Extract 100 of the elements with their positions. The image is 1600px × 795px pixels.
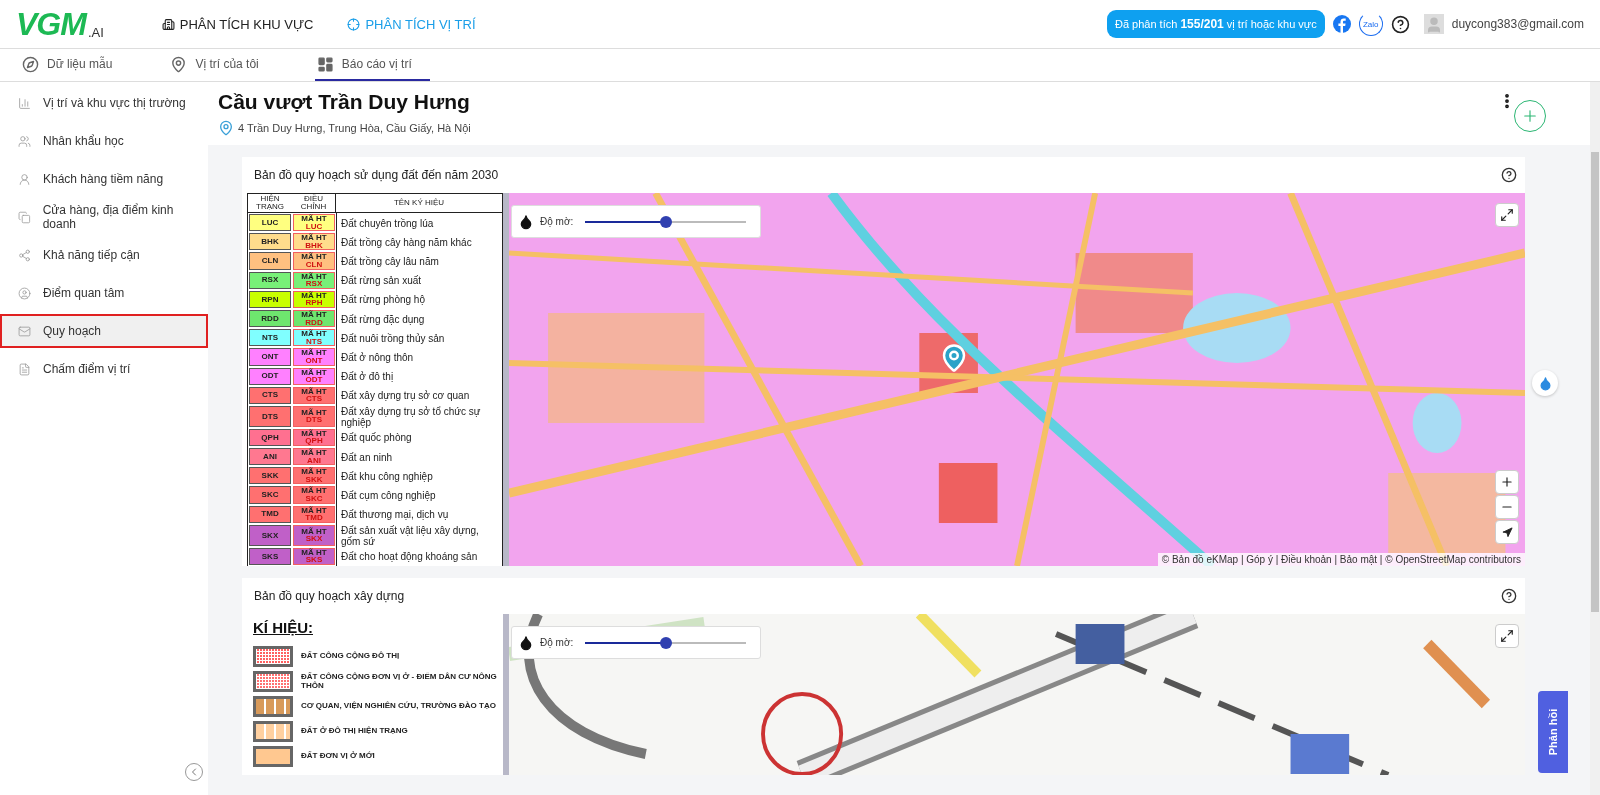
legend-swatch: NTS [249,329,291,347]
sidebar-item[interactable]: Khả năng tiếp cận [0,238,208,272]
legend-code-label: MÃ HT [301,408,327,417]
legend-header: ĐIỀU CHỈNH [292,194,336,213]
legend-code: SKS [305,556,323,564]
legend-swatch: ODT [249,367,291,385]
nav-link[interactable]: PHÂN TÍCH KHU VỰC [161,16,314,32]
legend-swatch: CTS [249,386,291,404]
plus-icon [1521,107,1539,125]
legend-code: QPH [305,437,323,446]
card-title: Bản đồ quy hoạch xây dựng [254,589,405,603]
compass-button[interactable] [1495,520,1519,544]
legend-label: Đất sản xuất vật liệu xây dựng, gốm sứ [336,523,502,547]
droplet-icon [1537,375,1553,391]
location-icon [218,120,234,136]
compass-icon [22,55,39,73]
slider-thumb[interactable] [659,636,672,649]
opacity-label: Độ mờ: [540,637,574,648]
map-pin-icon [170,55,188,73]
sidebar-item[interactable]: Chấm điểm vị trí [0,352,208,386]
legend-code-label: MÃ HT [301,487,327,496]
legend-swatch: RPN [249,290,291,308]
fullscreen-button[interactable] [1495,624,1519,648]
legend-label: Đất ở đô thị [336,366,502,386]
tab[interactable]: Vị trí của tôi [168,49,277,81]
legend-label: Đất xây dựng trụ sở cơ quan [336,385,502,405]
legend-label: Đất cho hoạt động khoáng sản [336,546,502,566]
help-icon[interactable] [1501,588,1517,604]
legend-swatch: ONT [249,348,291,366]
bar-chart-icon [18,96,31,110]
legend-heading: KÍ HIỆU: [253,619,314,636]
legend-swatch: RDD [249,309,291,328]
legend-code-label: MÃ HT [301,272,327,281]
droplet-icon [518,634,534,651]
crosshair-icon [347,17,361,31]
place-title: Cầu vượt Trần Duy Hưng [218,90,470,114]
sidebar-item[interactable]: Nhân khẩu học [0,124,208,158]
legend-label: ĐẤT Ở ĐÔ THỊ HIỆN TRẠNG [301,727,408,736]
help-icon[interactable] [1501,167,1517,183]
legend-code-label: MÃ HT [301,349,327,357]
legend-code-label: MÃ HT [301,449,327,457]
user-email[interactable]: duycong383@gmail.com [1451,17,1584,31]
people-icon [18,134,31,148]
collapse-button[interactable] [185,763,203,781]
logo[interactable]: VGM.AI [16,5,104,43]
legend-label: Đất quốc phòng [336,427,502,448]
slider-thumb[interactable] [659,215,672,228]
tab[interactable]: Dữ liệu mẫu [20,49,131,81]
sidebar-item[interactable]: Cửa hàng, địa điểm kinh doanh [0,200,208,234]
legend-code: ANI [307,456,321,465]
document-icon [18,362,31,376]
legend-label: ĐẤT CÔNG CỘNG ĐÔ THỊ [301,652,400,661]
mail-icon [18,324,31,338]
legend-code: ONT [305,356,323,365]
legend-label: Đất trồng cây hàng năm khác [336,232,502,252]
fullscreen-button[interactable] [1495,203,1519,227]
legend-swatch: CLN [249,252,291,270]
legend-code: TMD [305,514,323,522]
help-icon[interactable] [1390,14,1410,34]
sidebar-item[interactable]: Quy hoạch [0,314,208,348]
legend-swatch: LUC [249,214,291,232]
sidebar-item[interactable]: Khách hàng tiềm năng [0,162,208,196]
user-icon [18,286,31,300]
sidebar-item[interactable]: Vị trí và khu vực thị trường [0,86,208,120]
legend-label: Đất rừng sản xuất [336,270,502,290]
opacity-label: Độ mờ: [540,216,574,227]
legend-code-label: MÃ HT [301,368,327,377]
opacity-slider[interactable] [585,214,746,229]
zoom-in-button[interactable] [1495,470,1519,494]
legend-label: Đất ở nông thôn [336,347,502,367]
legend-swatch: QPH [249,428,291,447]
map-attribution: © Bản đồ eKMap | Góp ý | Điều khoản | Bảo mật | © OpenStreetMap contributors [1157,553,1525,566]
legend-label: Đất chuyên trồng lúa [336,213,502,233]
legend-code: LUC [305,222,323,231]
legend-code-label: MÃ HT [301,429,327,438]
person-icon [18,172,31,186]
droplet-icon [518,213,534,230]
legend-label: Đất an ninh [336,447,502,467]
opacity-slider[interactable] [585,635,746,650]
legend-header: HIỆN TRẠNG [248,194,292,213]
legend-label: ĐẤT CÔNG CỘNG ĐƠN VỊ Ở - ĐIỂM DÂN CƯ NÔNG THÔN [301,673,498,690]
facebook-icon[interactable] [1332,15,1351,33]
legend-code-label: MÃ HT [301,548,327,557]
legend-code: BHK [305,241,323,250]
legend-code: SKX [305,535,323,543]
legend-label: Đất cụm công nghiệp [336,485,502,505]
legend-label: Đất nuôi trồng thủy sản [336,328,502,348]
legend-code: SKC [305,495,323,503]
legend-code: DTS [306,416,322,424]
legend-code-label: MÃ HT [301,468,327,476]
arrow-icon [1501,526,1513,538]
legend-code-label: MÃ HT [301,215,327,223]
feedback-button[interactable]: Phản hồi [1538,691,1568,773]
legend-label: Đất rừng đặc dụng [336,308,502,329]
building-icon [161,17,175,31]
sidebar-item[interactable]: Điểm quan tâm [0,276,208,310]
quota-badge: Đã phân tích 155/201 vị trí hoặc khu vực [1106,10,1325,38]
legend-code: NTS [306,337,322,346]
legend-swatch: TMD [249,505,291,523]
legend-code: SKK [305,475,323,484]
